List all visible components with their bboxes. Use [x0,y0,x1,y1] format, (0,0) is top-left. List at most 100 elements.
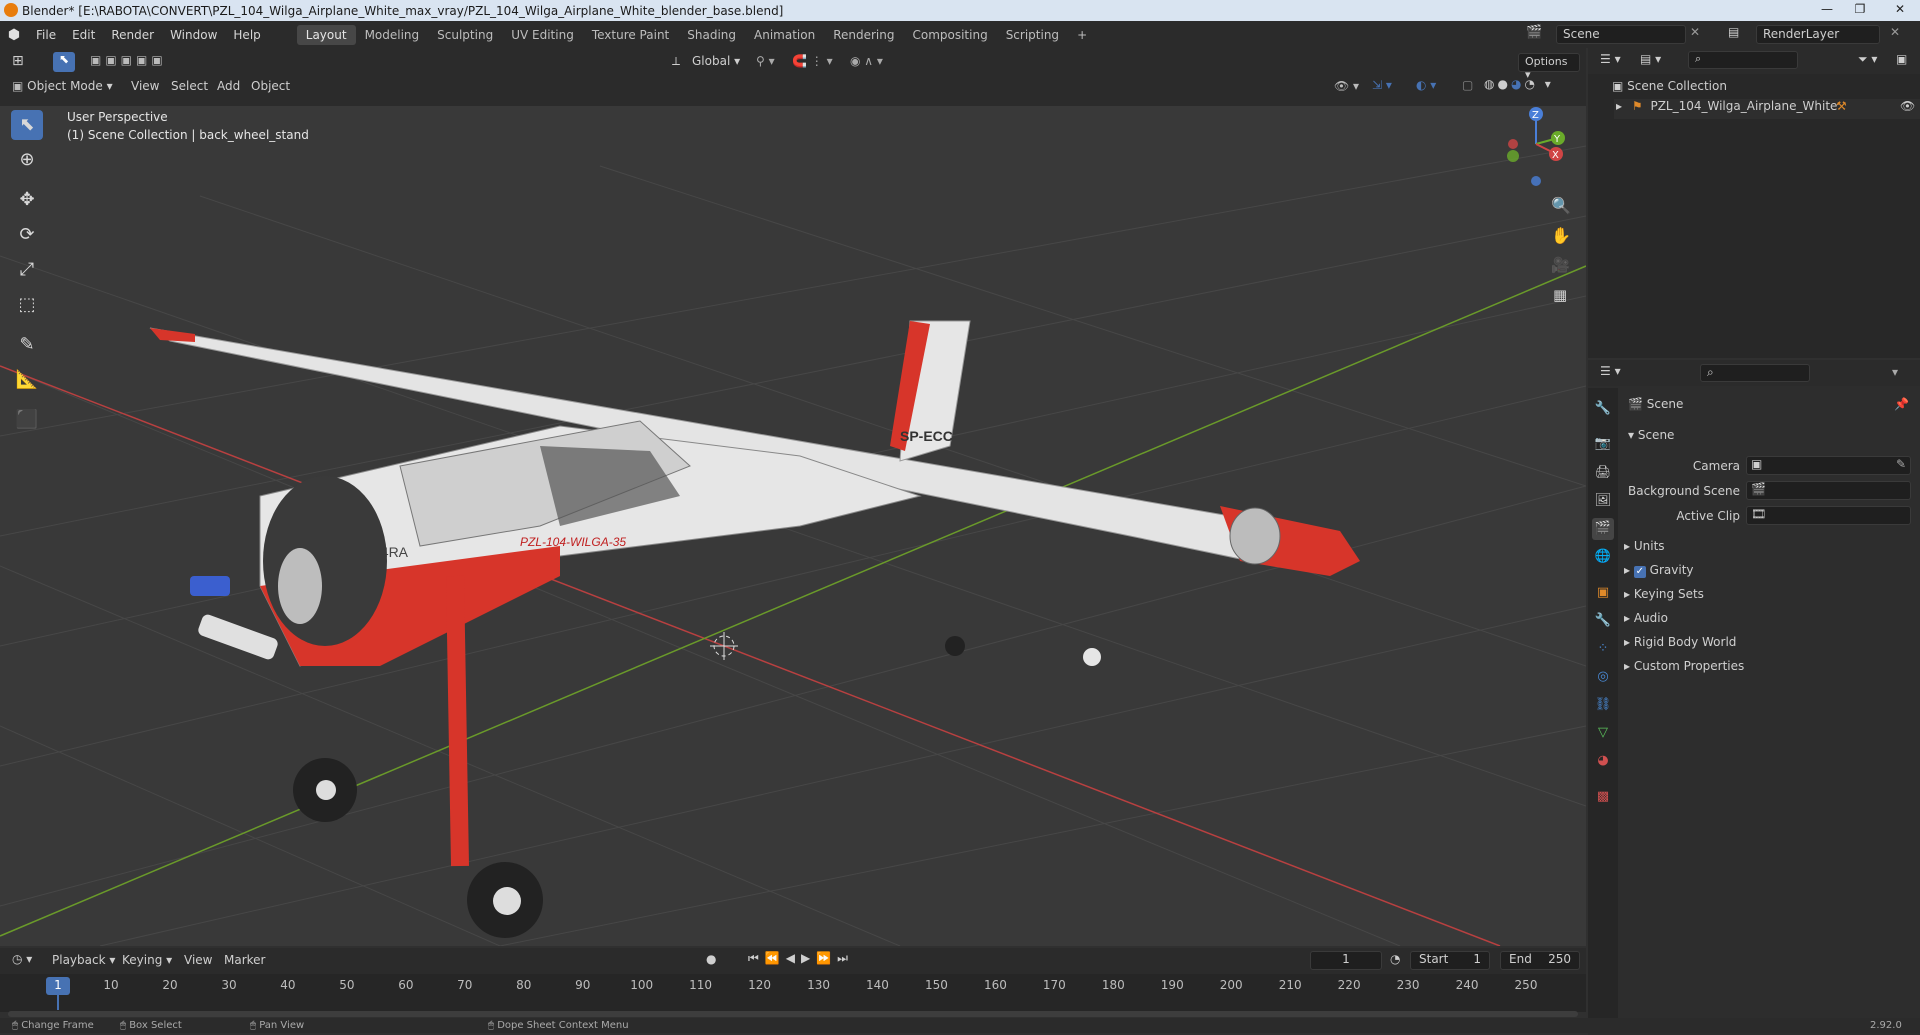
workspace-tab-compositing[interactable]: Compositing [903,25,996,45]
annotate-tool[interactable]: ✎ [11,330,43,360]
renderlayer-browse-icon[interactable]: ▤ [1728,25,1739,39]
timeline-editor-icon[interactable]: ◷ ▾ [12,952,32,966]
outliner-editor-icon[interactable]: ☰ ▾ [1600,52,1621,66]
custom-properties-section[interactable]: ▸ Custom Properties [1624,659,1744,673]
camera-view-icon[interactable]: 🎥 [1551,256,1570,274]
blender-menu-icon[interactable]: ⬢ [0,27,28,43]
cursor-tool[interactable]: ⊕ [11,145,43,175]
properties-editor-icon[interactable]: ☰ ▾ [1600,364,1621,378]
filter-icon[interactable]: ⏷ ▾ [1858,52,1877,67]
maximize-button[interactable]: ❐ [1845,0,1875,18]
workspace-tab-uv-editing[interactable]: UV Editing [502,25,583,45]
ortho-toggle-icon[interactable]: ▦ [1553,286,1567,304]
gravity-section[interactable]: ▸ ✓ Gravity [1624,563,1694,578]
xray-toggle-icon[interactable]: ▢ [1462,78,1473,92]
pin-icon[interactable]: 📌 [1894,397,1909,411]
current-frame-field[interactable]: 1 [1310,951,1382,970]
properties-search-input[interactable]: ⌕ [1700,364,1810,382]
menu-render[interactable]: Render [103,28,162,42]
pan-hand-icon[interactable]: ✋ [1551,226,1571,245]
workspace-tab-shading[interactable]: Shading [678,25,745,45]
select-tool-icon[interactable]: ⬉ [53,52,75,72]
mode-dropdown[interactable]: ▣ Object Mode ▾ [12,79,113,93]
shading-mode-icons[interactable]: ◍●◕◔ ▾ [1484,77,1554,91]
expand-arrow-icon[interactable]: ▸ [1616,99,1622,113]
rigid-body-world-section[interactable]: ▸ Rigid Body World [1624,635,1736,649]
scale-tool[interactable]: ⤢ [11,255,43,285]
viewport-menu-object[interactable]: Object [251,79,290,93]
object-tab-icon[interactable]: ▣ [1592,582,1614,604]
display-mode-icon[interactable]: ▤ ▾ [1640,52,1661,66]
constraints-tab-icon[interactable]: ⛓ [1592,694,1614,716]
playback-controls[interactable]: ⏮⏪◀▶⏩⏭ [748,951,854,966]
timeline-menu-view[interactable]: View [184,953,212,967]
editor-type-icon[interactable]: ⊞ [12,53,24,69]
output-tab-icon[interactable]: 🖨 [1592,462,1614,484]
preview-range-icon[interactable]: ◔ [1390,952,1400,966]
workspace-tab-layout[interactable]: Layout [296,24,356,45]
renderlayer-close-icon[interactable]: ✕ [1890,25,1900,39]
viewport-menu-add[interactable]: Add [217,79,240,93]
renderlayer-selector[interactable]: RenderLayer [1756,25,1880,44]
transform-orientation-dropdown[interactable]: Global ▾ [692,54,740,68]
audio-section[interactable]: ▸ Audio [1624,611,1668,625]
texture-tab-icon[interactable]: ▩ [1592,786,1614,808]
select-box-tool[interactable]: ⬉ [11,110,43,140]
timeline-menu-keying[interactable]: Keying ▾ [122,953,172,967]
record-icon[interactable]: ● [706,952,716,966]
overlay-toggle-icon[interactable]: ◐ ▾ [1416,78,1436,92]
active-clip-field[interactable]: 🎞 [1746,506,1911,525]
scene-browse-icon[interactable]: 🎬 [1526,25,1542,40]
outliner-search-input[interactable]: ⌕ [1688,51,1798,69]
physics-tab-icon[interactable]: ◎ [1592,666,1614,688]
properties-options-icon[interactable]: ▾ [1892,365,1898,379]
outliner-item[interactable]: ▸ ⚑ PZL_104_Wilga_Airplane_White ⚒ 👁 [1614,99,1920,119]
modifier-tab-icon[interactable]: 🔧 [1592,610,1614,632]
transform-tool[interactable]: ⬚ [11,290,43,320]
3d-viewport[interactable]: SP-ECC PZL-104-WILGA-35 AJ-14RA User Per… [0,106,1586,946]
rotate-tool[interactable]: ⟳ [11,220,43,250]
menu-file[interactable]: File [28,28,64,42]
eyedropper-icon[interactable]: ✎ [1896,457,1906,471]
add-workspace-button[interactable]: + [1068,25,1096,45]
gravity-checkbox[interactable]: ✓ [1633,566,1646,578]
viewport-menu-select[interactable]: Select [171,79,208,93]
scene-close-icon[interactable]: ✕ [1690,25,1700,39]
measure-tool[interactable]: 📐 [11,365,43,395]
menu-help[interactable]: Help [225,28,268,42]
selection-mode-icons[interactable]: ▣▣▣▣▣ [90,53,167,67]
camera-field[interactable]: ▣ ✎ [1746,456,1911,475]
scene-tab-icon[interactable]: 🎬 [1592,518,1614,540]
keying-sets-section[interactable]: ▸ Keying Sets [1624,587,1704,601]
timeline-menu-playback[interactable]: Playback ▾ [52,953,115,967]
options-dropdown[interactable]: Options ▾ [1518,53,1580,81]
outliner-root[interactable]: ▣ Scene Collection [1612,79,1727,93]
visibility-icon[interactable]: 👁 ▾ [1334,79,1359,93]
particles-tab-icon[interactable]: ⁘ [1592,638,1614,660]
workspace-tab-texture-paint[interactable]: Texture Paint [583,25,678,45]
visibility-eye-icon[interactable]: 👁 [1900,99,1915,113]
navigation-gizmo[interactable]: Z Y X [1498,106,1568,186]
tool-tab-icon[interactable]: 🔧 [1592,398,1614,420]
menu-edit[interactable]: Edit [64,28,103,42]
close-window-button[interactable]: ✕ [1882,0,1918,18]
viewport-menu-view[interactable]: View [131,79,159,93]
end-frame-field[interactable]: End 250 [1500,951,1580,970]
menu-window[interactable]: Window [162,28,225,42]
scene-panel-header[interactable]: ▾ Scene [1628,428,1674,442]
render-tab-icon[interactable]: 📷 [1592,433,1614,455]
workspace-tab-scripting[interactable]: Scripting [997,25,1068,45]
add-cube-tool[interactable]: ⬛ [11,405,43,435]
world-tab-icon[interactable]: 🌐 [1592,546,1614,568]
data-tab-icon[interactable]: ▽ [1592,722,1614,744]
units-section[interactable]: ▸ Units [1624,539,1665,553]
snap-icon[interactable]: 🧲 ⋮ ▾ [792,54,833,68]
gizmo-toggle-icon[interactable]: ⇲ ▾ [1372,78,1392,92]
workspace-tab-animation[interactable]: Animation [745,25,824,45]
minimize-button[interactable]: — [1812,0,1842,18]
new-collection-icon[interactable]: ▣ [1896,52,1907,66]
scene-selector[interactable]: Scene [1556,25,1686,44]
workspace-tab-rendering[interactable]: Rendering [824,25,903,45]
timeline-scrollbar[interactable] [8,1011,1578,1017]
zoom-icon[interactable]: 🔍 [1551,196,1571,215]
